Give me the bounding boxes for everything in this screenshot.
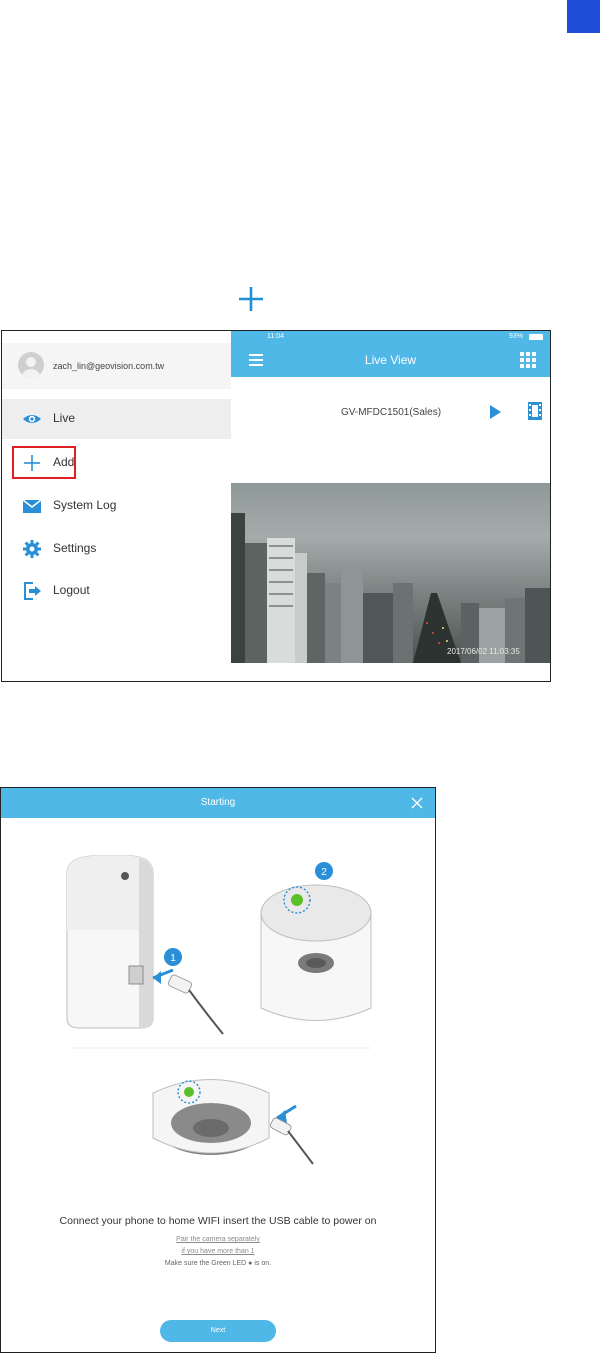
drawer-item-label: Settings [53,541,97,555]
svg-text:1: 1 [170,953,176,964]
app-screenshot-drawer: zach_lin@geovision.com.tw Live Add Syste… [1,330,551,682]
led-note: Make sure the Green LED ● is on. [164,1260,272,1267]
camera-row[interactable]: GV-MFDC1501(Sales) [231,391,550,431]
drawer-item-live[interactable]: Live [2,399,231,439]
close-icon[interactable] [411,797,423,809]
gear-icon [23,540,41,558]
envelope-icon [22,499,42,513]
page-tab-marker [567,0,600,33]
side-drawer: zach_lin@geovision.com.tw Live Add Syste… [2,331,232,681]
drawer-item-logout[interactable]: Logout [2,571,231,611]
page-title: Starting [200,797,236,808]
add-highlight-box [12,446,76,479]
pair-separately-link[interactable]: Pair the camera separately [1,1236,435,1243]
video-timestamp: 2017/06/02 11:03:35 [447,647,520,656]
setup-instruction-text: Connect your phone to home WIFI insert t… [59,1215,377,1227]
drawer-item-label: Logout [53,583,90,597]
live-view-screen: 11:04 93% Live View GV-MFDC1501(Sales) 2… [231,331,550,681]
plus-icon [239,287,263,311]
app-screenshot-starting: Starting 1 2 Connect your phone to home … [0,787,436,1353]
multiple-cameras-link[interactable]: if you have more than 1 [1,1248,435,1255]
drawer-item-label: System Log [53,498,117,512]
drawer-item-label: Live [53,411,76,425]
page-title: Live View [364,353,417,367]
battery-icon [529,334,543,340]
camera-setup-illustration: 1 2 [66,855,372,1165]
camera-name: GV-MFDC1501(Sales) [341,407,442,418]
status-battery: 93% [509,333,524,340]
next-button[interactable]: Next [160,1320,276,1342]
drawer-item-system-log[interactable]: System Log [2,486,231,526]
user-email: zach_lin@geovision.com.tw [53,361,165,371]
grid-layout-icon[interactable] [520,352,536,368]
avatar [18,352,44,378]
city-skyline-image [231,513,550,663]
eye-icon [23,415,41,423]
svg-text:2: 2 [321,867,327,878]
starting-header: Starting [1,788,435,818]
drawer-item-settings[interactable]: Settings [2,529,231,569]
playback-film-icon[interactable] [528,402,542,420]
status-bar: 11:04 93% [231,331,550,343]
status-time: 11:04 [267,333,284,340]
logout-icon [24,582,41,600]
live-view-header: Live View [231,343,550,377]
play-icon[interactable] [489,405,501,419]
live-video-feed[interactable]: 2017/06/02 11:03:35 [231,483,550,663]
